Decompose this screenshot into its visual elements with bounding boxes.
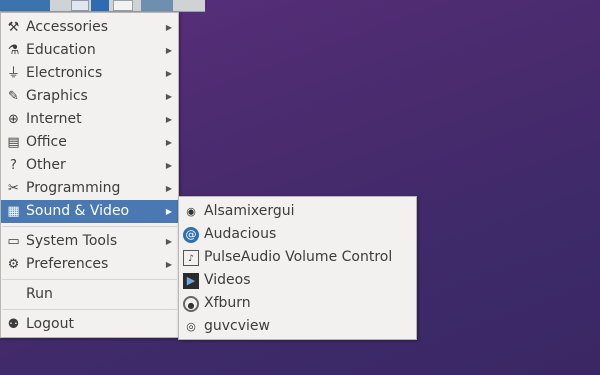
taskbar-button[interactable] [141,0,173,11]
menu-item-label: Sound & Video [26,203,130,219]
menu-separator [2,309,177,310]
menu-launcher-button[interactable] [0,0,50,11]
submenu-item-pulseaudio[interactable]: ♪ PulseAudio Volume Control [179,246,416,269]
system-tools-icon: ▭ [7,234,20,249]
menu-item-preferences[interactable]: ⚙ Preferences ▶ [1,253,178,276]
webcam-icon: ◎ [186,320,196,333]
sound-video-icon: ▦ [7,204,20,219]
electronics-icon: ⏚ [6,66,20,81]
chevron-right-icon: ▶ [165,46,172,55]
chevron-right-icon: ▶ [165,92,172,101]
chevron-right-icon: ▶ [165,69,172,78]
submenu-item-label: Xfburn [204,295,251,311]
taskbar-button[interactable] [113,0,133,11]
videos-icon: ▶ [183,273,199,289]
menu-item-run[interactable]: Run [1,283,178,306]
menu-item-label: Graphics [26,88,88,104]
menu-item-internet[interactable]: ⊕ Internet ▶ [1,108,178,131]
menu-item-sound-video[interactable]: ▦ Sound & Video ▶ [1,200,178,223]
internet-icon: ⊕ [8,112,19,127]
menu-item-label: Internet [26,111,82,127]
programming-icon: ✂ [8,181,19,196]
taskbar-button[interactable] [91,0,109,11]
menu-item-label: Run [26,286,53,302]
menu-item-label: Office [26,134,67,150]
submenu-item-label: guvcview [204,318,270,334]
menu-item-education[interactable]: ⚗ Education ▶ [1,39,178,62]
menu-item-office[interactable]: ▤ Office ▶ [1,131,178,154]
submenu-item-guvcview[interactable]: ◎ guvcview [179,315,416,338]
menu-item-label: System Tools [26,233,118,249]
chevron-right-icon: ▶ [165,138,172,147]
graphics-icon: ✎ [8,89,19,104]
office-icon: ▤ [7,135,20,150]
submenu-item-label: PulseAudio Volume Control [204,249,393,265]
chevron-right-icon: ▶ [165,237,172,246]
audacious-icon: @ [183,227,199,243]
menu-item-logout[interactable]: ⚉ Logout [1,313,178,336]
menu-item-label: Accessories [26,19,109,35]
submenu-item-label: Audacious [204,226,277,242]
menu-item-label: Electronics [26,65,103,81]
preferences-icon: ⚙ [7,257,20,272]
education-icon: ⚗ [7,43,20,58]
submenu-item-xfburn[interactable]: ● Xfburn [179,292,416,315]
xfburn-icon: ● [183,296,199,312]
menu-separator [2,226,177,227]
applications-menu: ⚒ Accessories ▶ ⚗ Education ▶ ⏚ Electron… [0,12,179,338]
submenu-item-videos[interactable]: ▶ Videos [179,269,416,292]
menu-item-other[interactable]: ? Other ▶ [1,154,178,177]
alsamixer-icon: ◉ [186,205,196,218]
sound-video-submenu: ◉ Alsamixergui @ Audacious ♪ PulseAudio … [178,196,417,340]
accessories-icon: ⚒ [7,20,20,35]
chevron-right-icon: ▶ [165,184,172,193]
submenu-item-audacious[interactable]: @ Audacious [179,223,416,246]
chevron-right-icon: ▶ [165,23,172,32]
submenu-item-label: Videos [204,272,251,288]
chevron-right-icon: ▶ [165,161,172,170]
menu-item-label: Logout [26,316,74,332]
chevron-right-icon: ▶ [165,260,172,269]
taskbar-button[interactable] [71,0,89,11]
menu-item-graphics[interactable]: ✎ Graphics ▶ [1,85,178,108]
menu-item-label: Preferences [26,256,109,272]
menu-item-label: Other [26,157,66,173]
menu-item-electronics[interactable]: ⏚ Electronics ▶ [1,62,178,85]
menu-separator [2,279,177,280]
top-panel [0,0,205,12]
chevron-right-icon: ▶ [165,207,172,216]
pulseaudio-icon: ♪ [183,250,199,266]
logout-icon: ⚉ [7,317,20,332]
menu-item-system-tools[interactable]: ▭ System Tools ▶ [1,230,178,253]
submenu-item-label: Alsamixergui [204,203,295,219]
menu-item-programming[interactable]: ✂ Programming ▶ [1,177,178,200]
menu-item-label: Programming [26,180,121,196]
other-icon: ? [10,158,17,173]
menu-item-accessories[interactable]: ⚒ Accessories ▶ [1,16,178,39]
menu-item-label: Education [26,42,96,58]
chevron-right-icon: ▶ [165,115,172,124]
submenu-item-alsamixergui[interactable]: ◉ Alsamixergui [179,200,416,223]
